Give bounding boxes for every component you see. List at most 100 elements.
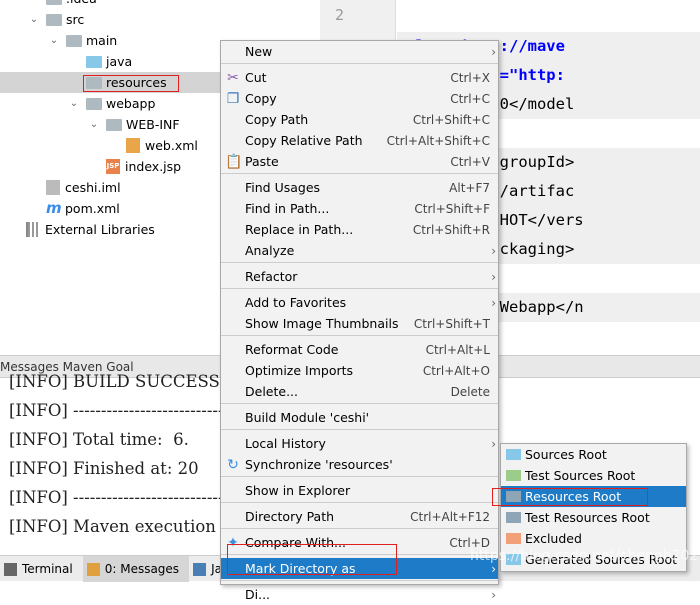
terminal-icon — [4, 562, 17, 576]
chevron-icon[interactable]: ⌄ — [48, 35, 60, 46]
menu-item-shortcut: Ctrl+V — [450, 154, 490, 169]
menu-item-compare-with[interactable]: ✦ Compare With... Ctrl+D — [221, 532, 498, 553]
context-menu: New › ✂ Cut Ctrl+X ❐ Copy Ctrl+C Copy Path Ctrl+S… — [220, 40, 499, 602]
menu-item-shortcut: Ctrl+X — [450, 70, 490, 85]
menu-item-add-to-favorites[interactable]: Add to Favorites › — [221, 292, 498, 313]
menu-item-shortcut: Delete — [450, 384, 490, 399]
menu-item-label: Di... — [245, 587, 271, 602]
tree-item[interactable]: › .idea — [0, 0, 320, 9]
menu-item-label: Optimize Imports — [245, 363, 354, 378]
tree-item[interactable]: ⌄ src — [0, 9, 320, 30]
menu-item-replace-in-path[interactable]: Replace in Path... Ctrl+Shift+R — [221, 219, 498, 240]
web-folder-icon — [86, 97, 102, 110]
menu-item-reformat-code[interactable]: Reformat Code Ctrl+Alt+L — [221, 339, 498, 360]
menu-item-label: Copy Relative Path — [245, 133, 363, 148]
tree-item-label: External Libraries — [45, 222, 155, 237]
submenu-item-label: Sources Root — [525, 447, 607, 462]
paste-icon: 📋 — [225, 154, 243, 170]
menu-item-show-image-thumbnails[interactable]: Show Image Thumbnails Ctrl+Shift+T — [221, 313, 498, 334]
menu-item-label: Compare With... — [245, 535, 346, 550]
menu-item-shortcut: Ctrl+Shift+T — [413, 316, 490, 331]
menu-item-label: Delete... — [245, 384, 298, 399]
submenu-item-label: Test Resources Root — [525, 510, 650, 525]
chevron-right-icon: › — [491, 295, 496, 310]
menu-item-local-history[interactable]: Local History › — [221, 433, 498, 454]
menu-item-mark-directory-as[interactable]: Mark Directory as › — [221, 558, 498, 579]
menu-item-delete[interactable]: Delete... Delete — [221, 381, 498, 402]
menu-item-label: Synchronize 'resources' — [245, 457, 393, 472]
submenu-item-excluded[interactable]: Excluded — [501, 528, 686, 549]
folder-icon — [506, 470, 521, 481]
tab-terminal[interactable]: Terminal — [0, 556, 83, 582]
menu-item-shortcut: Ctrl+Shift+R — [412, 222, 490, 237]
menu-item-new[interactable]: New › — [221, 41, 498, 62]
console-line: [INFO] BUILD SUCCESS — [9, 372, 220, 391]
menu-item-analyze[interactable]: Analyze › — [221, 240, 498, 261]
menu-item-find-usages[interactable]: Find Usages Alt+F7 — [221, 177, 498, 198]
chevron-icon[interactable]: ⌄ — [28, 14, 40, 25]
console-line: [INFO] Finished at: 20 — [9, 459, 199, 478]
libraries-icon — [26, 222, 40, 237]
folder-icon — [46, 0, 62, 5]
tab-label: Terminal — [22, 562, 73, 576]
submenu-item-test-sources-root[interactable]: Test Sources Root — [501, 465, 686, 486]
folder-icon — [506, 491, 521, 502]
tree-item-label: web.xml — [145, 138, 198, 153]
submenu-item-sources-root[interactable]: Sources Root — [501, 444, 686, 465]
java-icon — [193, 562, 207, 576]
tree-item-label: main — [86, 33, 118, 48]
menu-item-shortcut: Ctrl+Alt+F12 — [410, 509, 490, 524]
chevron-right-icon: › — [491, 44, 496, 59]
watermark: https://blog.csdn.net/chengb202 — [470, 548, 699, 564]
console-line: [INFO] Maven execution — [9, 517, 216, 536]
menu-item-cut[interactable]: ✂ Cut Ctrl+X — [221, 67, 498, 88]
menu-item-label: Build Module 'ceshi' — [245, 410, 370, 425]
menu-item-label: Mark Directory as — [245, 561, 356, 576]
menu-item-label: Show Image Thumbnails — [245, 316, 399, 331]
folder-icon — [506, 449, 521, 460]
menu-item-directory-path[interactable]: Directory Path Ctrl+Alt+F12 — [221, 506, 498, 527]
iml-file-icon — [46, 180, 60, 195]
menu-item-shortcut: Alt+F7 — [449, 180, 490, 195]
menu-item-copy[interactable]: ❐ Copy Ctrl+C — [221, 88, 498, 109]
menu-item-find-in-path[interactable]: Find in Path... Ctrl+Shift+F — [221, 198, 498, 219]
menu-item-copy-relative-path[interactable]: Copy Relative Path Ctrl+Alt+Shift+C — [221, 130, 498, 151]
tree-item-label: .idea — [66, 0, 97, 6]
menu-item-copy-path[interactable]: Copy Path Ctrl+Shift+C — [221, 109, 498, 130]
chevron-right-icon: › — [491, 436, 496, 451]
menu-item-label: Find Usages — [245, 180, 321, 195]
chevron-icon[interactable]: ⌄ — [68, 98, 80, 109]
submenu-item-label: Excluded — [525, 531, 582, 546]
chevron-icon[interactable]: ⌄ — [88, 119, 100, 130]
xml-file-icon — [126, 138, 140, 153]
menu-item-label: Replace in Path... — [245, 222, 354, 237]
menu-item-shortcut: Ctrl+Alt+Shift+C — [386, 133, 490, 148]
menu-item-label: New — [245, 44, 273, 59]
chevron-icon[interactable]: › — [28, 0, 40, 4]
menu-item-synchronize-resources[interactable]: ↻ Synchronize 'resources' — [221, 454, 498, 475]
tab-label: 0: Messages — [104, 562, 180, 576]
tab-0-messages[interactable]: 0: Messages — [82, 556, 190, 582]
submenu-item-test-resources-root[interactable]: Test Resources Root — [501, 507, 686, 528]
menu-item-paste[interactable]: 📋 Paste Ctrl+V — [221, 151, 498, 172]
console-line: [INFO] Total time: 6. — [9, 430, 189, 449]
menu-item-label: Copy — [245, 91, 277, 106]
submenu-item-label: Resources Root — [525, 489, 622, 504]
tree-item-label: java — [106, 54, 133, 69]
menu-item-di[interactable]: Di... › — [221, 584, 498, 605]
folder-icon — [86, 76, 102, 89]
menu-item-label: Local History — [245, 436, 326, 451]
menu-item-build-module-ceshi[interactable]: Build Module 'ceshi' — [221, 407, 498, 428]
menu-item-label: Paste — [245, 154, 279, 169]
tree-item-label: pom.xml — [65, 201, 120, 216]
tree-item-label: ceshi.iml — [65, 180, 121, 195]
line-number: 2 — [335, 6, 345, 24]
chevron-right-icon: › — [491, 587, 496, 602]
menu-item-show-in-explorer[interactable]: Show in Explorer — [221, 480, 498, 501]
menu-item-refactor[interactable]: Refactor › — [221, 266, 498, 287]
menu-item-label: Add to Favorites — [245, 295, 347, 310]
tree-item-label: index.jsp — [125, 159, 182, 174]
menu-item-optimize-imports[interactable]: Optimize Imports Ctrl+Alt+O — [221, 360, 498, 381]
submenu-item-label: Test Sources Root — [525, 468, 636, 483]
submenu-item-resources-root[interactable]: Resources Root — [501, 486, 686, 507]
